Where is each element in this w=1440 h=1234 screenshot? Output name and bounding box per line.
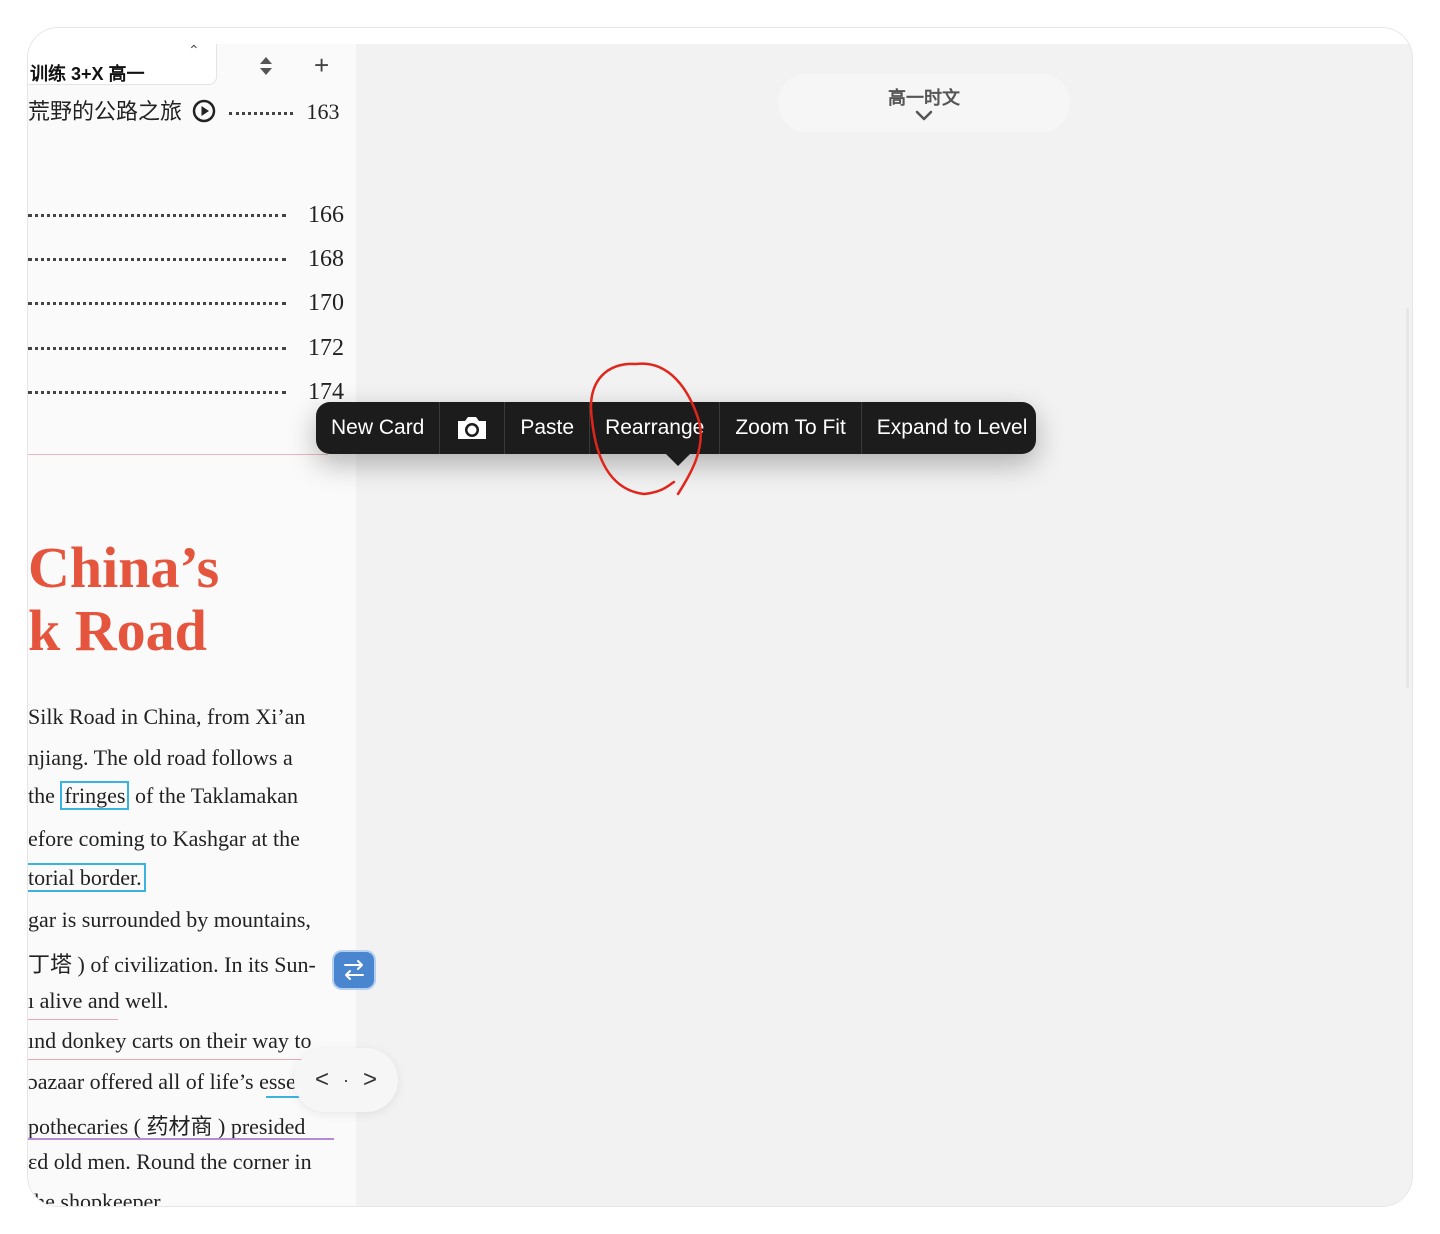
article-text-line: efore coming to Kashgar at the xyxy=(28,826,300,851)
document-tab[interactable]: ⌃ 训练 3+X 高一 xyxy=(28,42,217,85)
toc-row[interactable]: 166 xyxy=(28,202,344,232)
map-title: 高一时文 xyxy=(888,88,960,108)
chevron-down-icon[interactable] xyxy=(915,110,933,122)
purple-underline xyxy=(28,1138,334,1140)
chevron-up-icon[interactable]: ⌃ xyxy=(188,42,200,59)
toc-partial-entry[interactable]: 荒野的公路之旅 163 xyxy=(28,94,340,126)
previous-page-button[interactable]: < xyxy=(315,1066,329,1094)
article-text-line: ınd donkey carts on their way to xyxy=(28,1028,312,1053)
scroll-indicator[interactable] xyxy=(1406,308,1409,688)
toc-row[interactable]: 170 xyxy=(28,290,344,320)
article-text-line: Silk Road in China, from Xi’an xyxy=(28,704,306,729)
article-text-line: ɔazaar offered all of life’s essen xyxy=(28,1069,307,1094)
toc-page-number: 170 xyxy=(308,290,344,316)
toc-row[interactable]: 168 xyxy=(28,246,344,276)
toc-row[interactable]: 172 xyxy=(28,335,344,365)
context-menu: New Card Paste Rearrange Zoom To Fit Exp… xyxy=(316,402,1036,454)
page-indicator-dot: · xyxy=(343,1069,349,1090)
article-text-line: the shopkeeper xyxy=(28,1189,161,1206)
article-title-line1: China’s xyxy=(28,535,220,600)
document-pane[interactable]: 荒野的公路之旅 163 166 168 170 172 174 China’s … xyxy=(28,44,356,1206)
article-text-line: pothecaries ( 药材商 ) presided xyxy=(28,1114,306,1139)
paste-button[interactable]: Paste xyxy=(505,402,591,454)
page-navigator: < · > xyxy=(294,1048,398,1112)
pink-underline xyxy=(28,1059,334,1060)
expand-to-level-button[interactable]: Expand to Level xyxy=(862,402,1043,454)
camera-icon xyxy=(458,417,487,439)
article-text-line: ı alive and well. xyxy=(28,988,169,1013)
swap-button[interactable] xyxy=(334,952,374,988)
highlighted-word-fringes[interactable]: fringes xyxy=(60,781,130,810)
toc-row[interactable]: 174 xyxy=(28,379,344,409)
play-circle-icon[interactable] xyxy=(192,99,216,123)
add-button[interactable]: + xyxy=(314,52,329,78)
toc-page-number: 166 xyxy=(308,202,344,228)
article-text-line: 丁塔 ) of civilization. In its Sun- xyxy=(28,952,316,977)
header-bar xyxy=(28,28,1412,44)
swap-arrows-icon xyxy=(344,960,364,980)
rearrange-button[interactable]: Rearrange xyxy=(590,402,721,454)
app-window: 荒野的公路之旅 163 166 168 170 172 174 China’s … xyxy=(28,28,1412,1206)
sort-arrows-icon[interactable] xyxy=(256,55,276,77)
camera-button[interactable] xyxy=(440,402,506,454)
toc-partial-page: 163 xyxy=(306,99,340,124)
next-page-button[interactable]: > xyxy=(363,1066,377,1094)
new-card-button[interactable]: New Card xyxy=(316,402,441,454)
pink-underline xyxy=(28,1019,118,1020)
context-menu-pointer xyxy=(666,454,690,466)
document-tab-label: 训练 3+X 高一 xyxy=(30,64,145,84)
map-title-selector[interactable]: 高一时文 xyxy=(778,74,1070,132)
toc-page-number: 172 xyxy=(308,335,344,361)
article-text-line: ɛd old men. Round the corner in xyxy=(28,1149,312,1174)
highlighted-phrase-border[interactable]: torial border. xyxy=(28,863,146,892)
article-title-line2: k Road xyxy=(28,598,207,663)
zoom-to-fit-button[interactable]: Zoom To Fit xyxy=(720,402,862,454)
article-text-line: njiang. The old road follows a xyxy=(28,745,293,770)
article-text-line: torial border. xyxy=(28,863,146,892)
toc-page-number: 168 xyxy=(308,246,344,272)
toc-partial-title: 荒野的公路之旅 xyxy=(28,99,183,124)
article-text-line: the fringes of the Taklamakan xyxy=(28,781,298,810)
section-divider xyxy=(28,454,328,455)
article-text-line: gar is surrounded by mountains, xyxy=(28,907,311,932)
